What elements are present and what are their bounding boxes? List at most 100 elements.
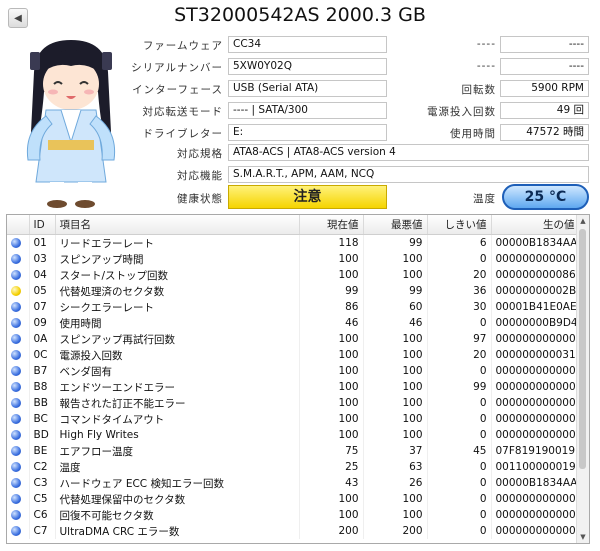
table-row[interactable]: 07 シークエラーレート 86 60 30 00001B41E0AE <box>7 299 580 315</box>
threshold-value: 0 <box>427 523 492 539</box>
transfer-mode-value: ---- | SATA/300 <box>228 102 387 119</box>
table-scrollbar[interactable]: ▲ ▼ <box>576 215 589 543</box>
threshold-value: 0 <box>427 459 492 475</box>
status-cell <box>7 507 30 523</box>
health-status-badge[interactable]: 注意 <box>228 185 387 209</box>
scroll-up-icon[interactable]: ▲ <box>577 215 589 227</box>
attribute-id: 03 <box>29 251 56 267</box>
table-header-row: ID 項目名 現在値 最悪値 しきい値 生の値 <box>7 215 580 235</box>
attribute-id: B7 <box>29 363 56 379</box>
header-id[interactable]: ID <box>29 215 56 235</box>
attribute-id: BB <box>29 395 56 411</box>
raw-value: 000000000000 <box>491 395 580 411</box>
status-cell <box>7 395 30 411</box>
good-status-icon <box>11 430 21 440</box>
good-status-icon <box>11 302 21 312</box>
drive-title: ST32000542AS 2000.3 GB <box>174 4 426 26</box>
table-row[interactable]: BD High Fly Writes 100 100 0 000000000000 <box>7 427 580 443</box>
good-status-icon <box>11 350 21 360</box>
raw-value: 000000000000 <box>491 363 580 379</box>
firmware-value: CC34 <box>228 36 387 53</box>
threshold-value: 6 <box>427 234 492 251</box>
table-row[interactable]: BE エアフロー温度 75 37 45 07F819190019 <box>7 443 580 459</box>
table-row[interactable]: C5 代替処理保留中のセクタ数 100 100 0 000000000000 <box>7 491 580 507</box>
worst-value: 100 <box>363 395 428 411</box>
raw-value: 000000000000 <box>491 411 580 427</box>
table-row[interactable]: BB 報告された訂正不能エラー 100 100 0 000000000000 <box>7 395 580 411</box>
table-row[interactable]: B7 ベンダ固有 100 100 0 000000000000 <box>7 363 580 379</box>
raw-value: 00000000002B <box>491 283 580 299</box>
threshold-value: 20 <box>427 347 492 363</box>
header-current[interactable]: 現在値 <box>299 215 364 235</box>
table-row[interactable]: 0A スピンアップ再試行回数 100 100 97 000000000000 <box>7 331 580 347</box>
worst-value: 100 <box>363 251 428 267</box>
raw-value: 000000000000 <box>491 523 580 539</box>
attribute-id: 01 <box>29 234 56 251</box>
worst-value: 99 <box>363 234 428 251</box>
table-row[interactable]: C2 温度 25 63 0 001100000019 <box>7 459 580 475</box>
header-threshold[interactable]: しきい値 <box>427 215 492 235</box>
table-row[interactable]: C6 回復不可能セクタ数 100 100 0 000000000000 <box>7 507 580 523</box>
worst-value: 26 <box>363 475 428 491</box>
table-row[interactable]: C7 UltraDMA CRC エラー数 200 200 0 000000000000 <box>7 523 580 539</box>
table-row[interactable]: 09 使用時間 46 46 0 00000000B9D4 <box>7 315 580 331</box>
header-raw-value[interactable]: 生の値 <box>491 215 580 235</box>
scroll-down-icon[interactable]: ▼ <box>577 531 589 543</box>
raw-value: 000000000086 <box>491 267 580 283</box>
raw-value: 00000000B9D4 <box>491 315 580 331</box>
header-status[interactable] <box>7 215 30 235</box>
scrollbar-thumb[interactable] <box>579 229 586 469</box>
power-on-hours-value: 47572 時間 <box>500 124 589 141</box>
current-value: 100 <box>299 331 364 347</box>
raw-value: 07F819190019 <box>491 443 580 459</box>
header-worst[interactable]: 最悪値 <box>363 215 428 235</box>
status-cell <box>7 459 30 475</box>
attribute-id: B8 <box>29 379 56 395</box>
current-value: 118 <box>299 234 364 251</box>
table-row[interactable]: 03 スピンアップ時間 100 100 0 000000000000 <box>7 251 580 267</box>
worst-value: 100 <box>363 491 428 507</box>
info-right-value-2: ---- <box>500 58 589 75</box>
attribute-id: 09 <box>29 315 56 331</box>
good-status-icon <box>11 446 21 456</box>
threshold-value: 0 <box>427 427 492 443</box>
status-cell <box>7 411 30 427</box>
table-row[interactable]: 04 スタート/ストップ回数 100 100 20 000000000086 <box>7 267 580 283</box>
status-cell <box>7 299 30 315</box>
attribute-name: 代替処理保留中のセクタ数 <box>55 491 300 507</box>
table-row[interactable]: C3 ハードウェア ECC 検知エラー回数 43 26 0 00000B1834AA <box>7 475 580 491</box>
status-cell <box>7 347 30 363</box>
table-row[interactable]: 0C 電源投入回数 100 100 20 000000000031 <box>7 347 580 363</box>
serial-value: 5XW0Y02Q <box>228 58 387 75</box>
attribute-name: 代替処理済のセクタ数 <box>55 283 300 299</box>
attribute-id: 04 <box>29 267 56 283</box>
worst-value: 100 <box>363 331 428 347</box>
worst-value: 60 <box>363 299 428 315</box>
temperature-badge[interactable]: 25 °C <box>502 184 589 210</box>
rotation-rate-value: 5900 RPM <box>500 80 589 97</box>
threshold-value: 0 <box>427 251 492 267</box>
table-row[interactable]: 01 リードエラーレート 118 99 6 00000B1834AA <box>7 234 580 251</box>
header-attribute-name[interactable]: 項目名 <box>55 215 300 235</box>
status-cell <box>7 379 30 395</box>
worst-value: 100 <box>363 411 428 427</box>
attribute-id: 0A <box>29 331 56 347</box>
threshold-value: 0 <box>427 475 492 491</box>
drive-letter-value: E: <box>228 124 387 141</box>
worst-value: 100 <box>363 507 428 523</box>
mascot-illustration <box>26 40 116 208</box>
threshold-value: 97 <box>427 331 492 347</box>
table-row[interactable]: B8 エンドツーエンドエラー 100 100 99 000000000000 <box>7 379 580 395</box>
threshold-value: 99 <box>427 379 492 395</box>
threshold-value: 45 <box>427 443 492 459</box>
table-row[interactable]: 05 代替処理済のセクタ数 99 99 36 00000000002B <box>7 283 580 299</box>
table-row[interactable]: BC コマンドタイムアウト 100 100 0 000000000000 <box>7 411 580 427</box>
attribute-id: 05 <box>29 283 56 299</box>
worst-value: 200 <box>363 523 428 539</box>
status-cell <box>7 491 30 507</box>
current-value: 99 <box>299 283 364 299</box>
attribute-id: BD <box>29 427 56 443</box>
current-value: 100 <box>299 411 364 427</box>
current-value: 25 <box>299 459 364 475</box>
current-value: 86 <box>299 299 364 315</box>
